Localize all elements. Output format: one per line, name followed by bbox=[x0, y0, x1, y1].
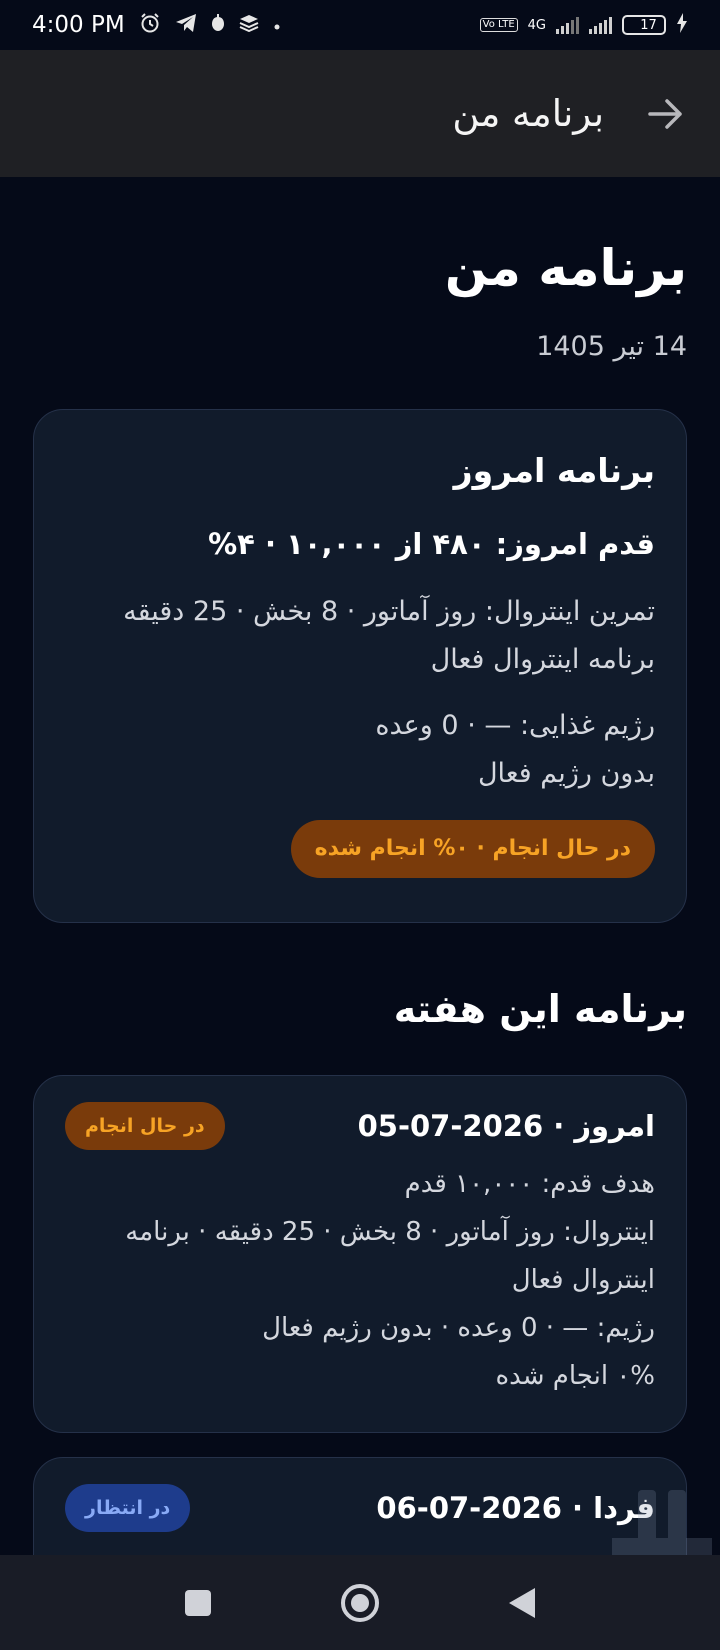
status-time: 4:00 PM bbox=[32, 12, 125, 38]
page-date: 14 تیر 1405 bbox=[536, 331, 687, 362]
network-type: 4G bbox=[527, 17, 546, 33]
dot-icon bbox=[273, 14, 281, 36]
status-badge: در انتظار bbox=[65, 1484, 191, 1532]
telegram-icon bbox=[175, 13, 197, 38]
app-bar: برنامه من bbox=[0, 50, 720, 177]
day-card-header: امروز · 2026-07-05 در حال انجام bbox=[65, 1098, 655, 1154]
alarm-icon bbox=[139, 12, 161, 39]
day-card-lines: هدف قدم: ۱۰,۰۰۰ قدم اینتروال: روز آماتور… bbox=[65, 1160, 655, 1400]
day-card-title: امروز · 2026-07-05 bbox=[357, 1109, 655, 1143]
today-status-pill: در حال انجام · ۰% انجام شده bbox=[290, 820, 655, 878]
app-bar-title: برنامه من bbox=[452, 92, 604, 135]
today-interval: تمرین اینتروال: روز آماتور · 8 بخش · 25 … bbox=[65, 588, 655, 684]
day-interval: اینتروال: روز آماتور · 8 بخش · 25 دقیقه … bbox=[125, 1217, 655, 1295]
battery-level: 17 bbox=[640, 17, 657, 33]
day-progress: ۰% انجام شده bbox=[495, 1361, 655, 1391]
day-card-tomorrow[interactable]: فردا · 2026-07-06 در انتظار bbox=[33, 1457, 687, 1555]
system-nav-bar bbox=[0, 1555, 720, 1650]
square-icon bbox=[185, 1589, 211, 1616]
today-card: برنامه امروز قدم امروز: ۴۸۰ از ۱۰,۰۰۰ · … bbox=[33, 409, 687, 923]
recents-button[interactable] bbox=[176, 1581, 220, 1625]
back-button[interactable] bbox=[646, 94, 686, 134]
today-diet-line1: رژیم غذایی: — · 0 وعده bbox=[375, 710, 655, 741]
arrow-right-icon bbox=[648, 98, 682, 129]
volte-icon: Vo LTE bbox=[479, 18, 518, 32]
page-title: برنامه من bbox=[444, 239, 687, 297]
today-card-title: برنامه امروز bbox=[453, 451, 655, 490]
status-left: 4:00 PM bbox=[32, 12, 281, 39]
day-card-today[interactable]: امروز · 2026-07-05 در حال انجام هدف قدم:… bbox=[33, 1075, 687, 1433]
layers-icon bbox=[239, 14, 259, 37]
day-diet: رژیم: — · 0 وعده · بدون رژیم فعال bbox=[262, 1313, 655, 1343]
signal-icon-2 bbox=[589, 16, 612, 34]
day-step-goal: هدف قدم: ۱۰,۰۰۰ قدم bbox=[404, 1169, 655, 1199]
back-nav-button[interactable] bbox=[500, 1581, 544, 1625]
today-interval-line2: برنامه اینتروال فعال bbox=[430, 644, 655, 675]
battery-icon: 17 bbox=[622, 15, 666, 35]
day-card-header: فردا · 2026-07-06 در انتظار bbox=[65, 1480, 655, 1536]
app-notification-icon bbox=[211, 13, 225, 37]
charging-icon bbox=[676, 12, 688, 38]
main-content[interactable]: برنامه من 14 تیر 1405 برنامه امروز قدم ا… bbox=[0, 177, 720, 1555]
triangle-back-icon bbox=[509, 1587, 535, 1618]
today-diet: رژیم غذایی: — · 0 وعده بدون رژیم فعال bbox=[65, 702, 655, 798]
home-button[interactable] bbox=[338, 1581, 382, 1625]
week-section-title: برنامه این هفته bbox=[393, 987, 687, 1031]
status-bar: 4:00 PM Vo LTE 4G 17 bbox=[0, 0, 720, 50]
circle-icon bbox=[341, 1583, 379, 1622]
today-interval-line1: تمرین اینتروال: روز آماتور · 8 بخش · 25 … bbox=[123, 596, 655, 627]
status-right: Vo LTE 4G 17 bbox=[479, 12, 688, 38]
today-diet-line2: بدون رژیم فعال bbox=[477, 758, 655, 789]
status-badge: در حال انجام bbox=[65, 1102, 225, 1150]
signal-icon-1 bbox=[556, 16, 579, 34]
today-steps: قدم امروز: ۴۸۰ از ۱۰,۰۰۰ · ۴% bbox=[208, 527, 655, 561]
